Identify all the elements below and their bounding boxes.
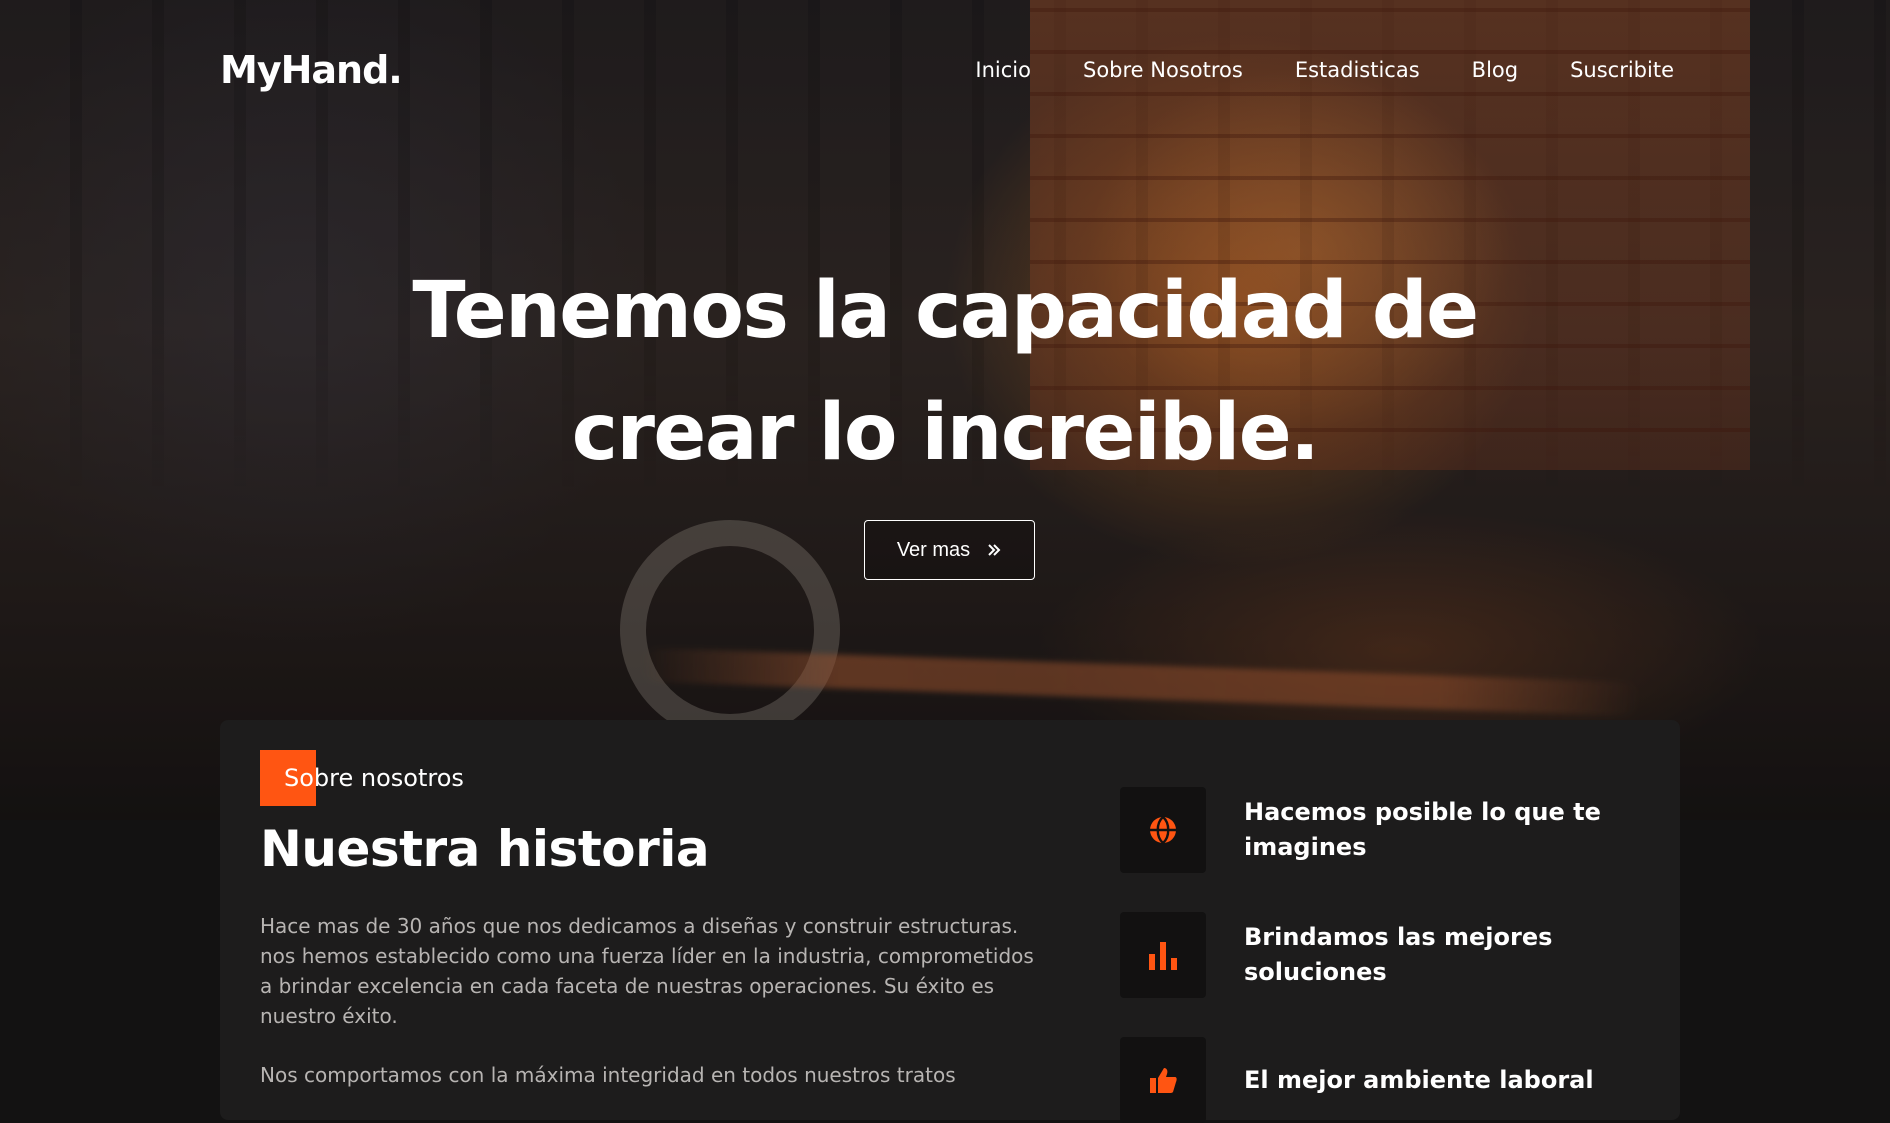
thumbs-up-icon: [1120, 1037, 1206, 1123]
feature-item: El mejor ambiente laboral: [1120, 1037, 1634, 1123]
about-card: Sobre nosotros Nuestra historia Hace mas…: [220, 720, 1680, 1123]
brand-logo[interactable]: MyHand.: [220, 48, 403, 92]
nav-item-blog[interactable]: Blog: [1472, 58, 1518, 82]
ver-mas-label: Ver mas: [896, 538, 971, 561]
feature-text: El mejor ambiente laboral: [1244, 1065, 1594, 1094]
double-chevron-right-icon: [986, 542, 1002, 558]
nav-item-inicio[interactable]: Inicio: [975, 58, 1031, 82]
section-tag: Sobre nosotros: [260, 750, 464, 806]
about-paragraph-2: Nos comportamos con la máxima integridad…: [260, 1063, 956, 1087]
section-title: Nuestra historia: [260, 820, 710, 878]
top-navigation: MyHand. Inicio Sobre Nosotros Estadistic…: [220, 45, 1674, 95]
about-paragraph-1: Hace mas de 30 años que nos dedicamos a …: [260, 914, 1034, 1028]
nav-item-suscribite[interactable]: Suscribite: [1570, 58, 1674, 82]
feature-item: Hacemos posible lo que te imagines: [1120, 787, 1634, 873]
hero-headline: Tenemos la capacidad de crear lo increib…: [0, 250, 1890, 494]
globe-icon: [1120, 787, 1206, 873]
bar-chart-icon: [1120, 912, 1206, 998]
hero-background-wheel: [620, 520, 840, 740]
nav-item-estadisticas[interactable]: Estadisticas: [1295, 58, 1420, 82]
hero-headline-line-1: Tenemos la capacidad de: [412, 266, 1479, 356]
hero-headline-line-2: crear lo increible.: [571, 388, 1320, 478]
feature-item: Brindamos las mejores soluciones: [1120, 912, 1634, 998]
ver-mas-button[interactable]: Ver mas: [864, 520, 1035, 580]
nav-menu: Inicio Sobre Nosotros Estadisticas Blog …: [975, 58, 1674, 82]
nav-item-sobre-nosotros[interactable]: Sobre Nosotros: [1083, 58, 1243, 82]
feature-text: Brindamos las mejores soluciones: [1244, 923, 1553, 986]
section-tag-label: Sobre nosotros: [284, 764, 464, 792]
feature-text: Hacemos posible lo que te imagines: [1244, 798, 1601, 861]
